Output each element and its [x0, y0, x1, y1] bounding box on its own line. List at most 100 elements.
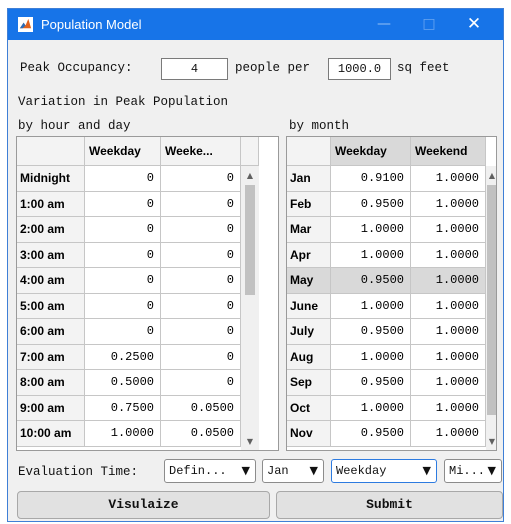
monthly-weekday-cell[interactable]: 0.9500	[331, 268, 411, 294]
month-dropdown[interactable]: Jan ▼	[262, 459, 324, 483]
close-icon[interactable]: ✕	[457, 9, 491, 40]
monthly-row-label[interactable]: Jan	[287, 166, 331, 192]
people-per-label: people per	[235, 61, 311, 75]
peak-occupancy-label: Peak Occupancy:	[20, 61, 133, 75]
monthly-weekend-cell[interactable]: 1.0000	[411, 166, 486, 192]
monthly-weekend-cell[interactable]: 1.0000	[411, 268, 486, 294]
monthly-row-label[interactable]: Nov	[287, 421, 331, 447]
hourly-weekend-cell[interactable]: 0	[161, 166, 241, 192]
hourly-weekday-cell[interactable]: 0.7500	[85, 395, 161, 421]
monthly-scroll-thumb[interactable]	[487, 185, 496, 415]
chevron-down-icon: ▼	[241, 464, 250, 477]
maximize-icon[interactable]: □	[412, 9, 446, 40]
hourly-row-label[interactable]: 3:00 am	[17, 242, 85, 268]
hourly-scroll-thumb[interactable]	[245, 185, 255, 295]
hourly-weekend-cell[interactable]: 0	[161, 293, 241, 319]
monthly-row-label[interactable]: Oct	[287, 395, 331, 421]
hourly-header-weekday[interactable]: Weekday	[85, 137, 161, 166]
monthly-weekday-cell[interactable]: 1.0000	[331, 293, 411, 319]
minimize-icon[interactable]: —	[367, 9, 401, 40]
hourly-row-label[interactable]: 4:00 am	[17, 268, 85, 294]
people-count-input[interactable]: 4	[161, 58, 228, 80]
scroll-up-icon[interactable]: ▲	[244, 170, 256, 182]
hourly-weekday-cell[interactable]: 0	[85, 191, 161, 217]
hourly-weekday-cell[interactable]: 0.5000	[85, 370, 161, 396]
monthly-header-weekday[interactable]: Weekday	[331, 137, 411, 166]
chevron-down-icon: ▼	[487, 464, 496, 477]
hourly-weekday-cell[interactable]: 1.0000	[85, 421, 161, 447]
dropdown-value: Defin...	[169, 464, 227, 478]
hourly-weekday-cell[interactable]: 0.2500	[85, 344, 161, 370]
monthly-row-label[interactable]: Feb	[287, 191, 331, 217]
monthly-weekend-cell[interactable]: 1.0000	[411, 191, 486, 217]
visualize-button[interactable]: Visulaize	[17, 491, 270, 519]
hourly-weekday-cell[interactable]: 0	[85, 242, 161, 268]
variation-label: Variation in Peak Population	[18, 95, 229, 109]
submit-button[interactable]: Submit	[276, 491, 503, 519]
hourly-row-label[interactable]: 6:00 am	[17, 319, 85, 345]
hourly-row-label[interactable]: 5:00 am	[17, 293, 85, 319]
monthly-weekday-cell[interactable]: 0.9500	[331, 421, 411, 447]
day-type-dropdown[interactable]: Weekday ▼	[331, 459, 437, 483]
monthly-weekday-cell[interactable]: 1.0000	[331, 242, 411, 268]
monthly-weekend-cell[interactable]: 1.0000	[411, 370, 486, 396]
monthly-weekday-cell[interactable]: 0.9100	[331, 166, 411, 192]
scroll-down-icon[interactable]: ▼	[244, 436, 256, 448]
scroll-up-icon[interactable]: ▲	[486, 170, 496, 182]
hourly-row-label[interactable]: 10:00 am	[17, 421, 85, 447]
monthly-row-label[interactable]: Mar	[287, 217, 331, 243]
hourly-weekend-cell[interactable]: 0	[161, 217, 241, 243]
area-input[interactable]: 1000.0	[328, 58, 391, 80]
monthly-row-label[interactable]: June	[287, 293, 331, 319]
hourly-weekend-cell[interactable]: 0	[161, 191, 241, 217]
title-bar[interactable]: Population Model — □ ✕	[8, 9, 503, 40]
evaluation-time-label: Evaluation Time:	[18, 465, 139, 479]
hourly-header-weekend[interactable]: Weeke...	[161, 137, 241, 166]
monthly-weekday-cell[interactable]: 0.9500	[331, 191, 411, 217]
hourly-weekend-cell[interactable]: 0	[161, 370, 241, 396]
monthly-weekend-cell[interactable]: 1.0000	[411, 242, 486, 268]
monthly-weekend-cell[interactable]: 1.0000	[411, 319, 486, 345]
hourly-row-label[interactable]: 1:00 am	[17, 191, 85, 217]
hourly-weekend-cell[interactable]: 0	[161, 242, 241, 268]
dropdown-value: Jan	[267, 464, 289, 478]
monthly-weekday-cell[interactable]: 0.9500	[331, 370, 411, 396]
hourly-row-label[interactable]: 7:00 am	[17, 344, 85, 370]
monthly-row-label[interactable]: May	[287, 268, 331, 294]
hourly-weekday-cell[interactable]: 0	[85, 319, 161, 345]
monthly-row-label[interactable]: July	[287, 319, 331, 345]
hourly-weekend-cell[interactable]: 0	[161, 268, 241, 294]
hourly-weekday-cell[interactable]: 0	[85, 268, 161, 294]
hourly-row-label[interactable]: 2:00 am	[17, 217, 85, 243]
hourly-weekday-cell[interactable]: 0	[85, 217, 161, 243]
hourly-row-label[interactable]: 8:00 am	[17, 370, 85, 396]
monthly-weekend-cell[interactable]: 1.0000	[411, 293, 486, 319]
hourly-scrollbar[interactable]: ▲ ▼	[241, 166, 259, 450]
monthly-weekday-cell[interactable]: 0.9500	[331, 319, 411, 345]
hourly-weekend-cell[interactable]: 0.0500	[161, 395, 241, 421]
monthly-scrollbar[interactable]: ▲ ▼	[486, 166, 496, 450]
hourly-weekend-cell[interactable]: 0	[161, 344, 241, 370]
hourly-row-label[interactable]: Midnight	[17, 166, 85, 192]
monthly-weekend-cell[interactable]: 1.0000	[411, 395, 486, 421]
monthly-header-weekend[interactable]: Weekend	[411, 137, 486, 166]
matlab-icon	[18, 17, 33, 32]
monthly-weekend-cell[interactable]: 1.0000	[411, 217, 486, 243]
monthly-row-label[interactable]: Aug	[287, 344, 331, 370]
monthly-weekend-cell[interactable]: 1.0000	[411, 344, 486, 370]
hourly-weekend-cell[interactable]: 0	[161, 319, 241, 345]
scroll-down-icon[interactable]: ▼	[486, 436, 496, 448]
monthly-weekday-cell[interactable]: 1.0000	[331, 344, 411, 370]
hourly-row-label[interactable]: 9:00 am	[17, 395, 85, 421]
monthly-row-label[interactable]: Sep	[287, 370, 331, 396]
monthly-row-label[interactable]: Apr	[287, 242, 331, 268]
monthly-weekend-cell[interactable]: 1.0000	[411, 421, 486, 447]
monthly-weekday-cell[interactable]: 1.0000	[331, 217, 411, 243]
evaluation-definition-dropdown[interactable]: Defin... ▼	[164, 459, 256, 483]
hourly-weekday-cell[interactable]: 0	[85, 166, 161, 192]
hourly-weekday-cell[interactable]: 0	[85, 293, 161, 319]
hourly-weekend-cell[interactable]: 0.0500	[161, 421, 241, 447]
unit-label: sq feet	[397, 61, 450, 75]
monthly-weekday-cell[interactable]: 1.0000	[331, 395, 411, 421]
time-dropdown[interactable]: Mi... ▼	[444, 459, 502, 483]
